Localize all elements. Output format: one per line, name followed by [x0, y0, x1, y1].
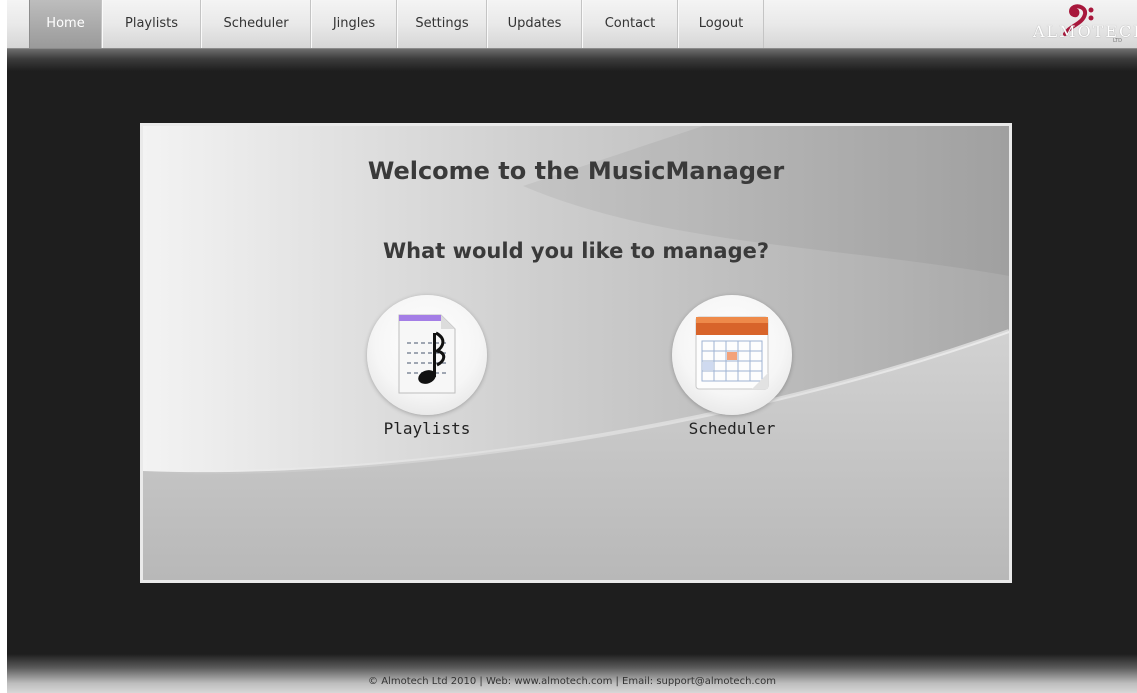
app-frame: Home Playlists Scheduler Jingles Setting…: [7, 0, 1137, 693]
nav-item-jingles[interactable]: Jingles: [311, 0, 397, 48]
panel-background-swoosh: [143, 126, 1009, 580]
top-navbar: Home Playlists Scheduler Jingles Setting…: [7, 0, 1137, 71]
scheduler-choice-button[interactable]: Scheduler: [652, 295, 812, 438]
nav-item-contact[interactable]: Contact: [582, 0, 678, 48]
logo-text: ALMOTECH: [1033, 22, 1137, 41]
calendar-icon: [695, 316, 769, 390]
page-subtitle: What would you like to manage?: [382, 239, 770, 263]
page-title: Welcome to the MusicManager: [367, 157, 785, 185]
nav-item-playlists[interactable]: Playlists: [102, 0, 201, 48]
nav-menu: Home Playlists Scheduler Jingles Setting…: [29, 0, 764, 48]
nav-item-settings[interactable]: Settings: [397, 0, 487, 48]
page-footer: © Almotech Ltd 2010 | Web: www.almotech.…: [7, 654, 1137, 693]
nav-item-scheduler[interactable]: Scheduler: [201, 0, 311, 48]
playlists-label[interactable]: Playlists: [347, 419, 507, 438]
music-document-icon: [398, 314, 456, 394]
footer-text: © Almotech Ltd 2010 | Web: www.almotech.…: [368, 676, 776, 687]
nav-item-logout[interactable]: Logout: [678, 0, 764, 48]
welcome-panel: Welcome to the MusicManager What would y…: [140, 123, 1012, 583]
scheduler-label[interactable]: Scheduler: [652, 419, 812, 438]
scheduler-icon-circle[interactable]: [672, 295, 792, 415]
almotech-logo[interactable]: LTD ALMOTECH: [1025, 4, 1137, 44]
nav-item-updates[interactable]: Updates: [487, 0, 582, 48]
nav-item-home[interactable]: Home: [29, 0, 102, 48]
playlists-icon-circle[interactable]: [367, 295, 487, 415]
playlists-choice-button[interactable]: Playlists: [347, 295, 507, 438]
